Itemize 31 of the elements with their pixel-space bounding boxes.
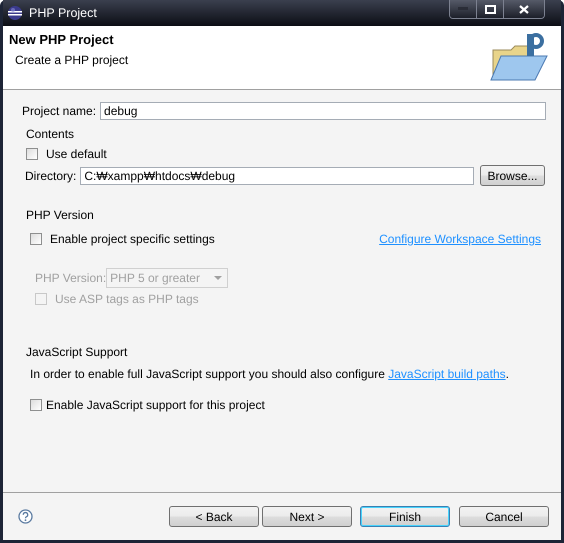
checkbox[interactable] — [30, 233, 42, 245]
page-subtitle: Create a PHP project — [15, 53, 128, 67]
checkbox-label: Enable JavaScript support for this project — [46, 398, 265, 412]
browse-button[interactable]: Browse... — [480, 165, 545, 186]
checkbox-label: Use default — [46, 147, 107, 161]
window-title: PHP Project — [29, 6, 98, 20]
checkbox[interactable] — [26, 148, 38, 160]
field-label: PHP Version: — [35, 271, 106, 285]
group-title: PHP Version — [26, 208, 95, 222]
dialog-button[interactable]: Cancel — [459, 506, 549, 527]
checkbox[interactable] — [30, 399, 42, 411]
dialog-button[interactable]: Finish — [360, 506, 450, 527]
app-icon — [7, 5, 23, 21]
checkbox-label: Use ASP tags as PHP tags — [55, 292, 199, 306]
caret-icon — [214, 276, 222, 280]
maximize-icon — [484, 4, 496, 14]
close-button[interactable] — [503, 0, 544, 18]
field-label: Project name: — [22, 104, 96, 118]
maximize-button[interactable] — [476, 0, 503, 18]
checkbox-label: Enable project specific settings — [50, 232, 215, 246]
field-label: Directory: — [25, 168, 76, 182]
close-icon — [519, 4, 529, 14]
input-field[interactable]: C:₩xampp₩htdocs₩debug — [80, 166, 474, 184]
group-title: Contents — [26, 127, 76, 141]
dialog-button[interactable]: < Back — [169, 506, 259, 527]
page-title: New PHP Project — [9, 32, 115, 47]
input-field[interactable]: debug — [100, 102, 546, 120]
group-title: JavaScript Support — [26, 345, 128, 359]
dialog-button[interactable]: Next > — [262, 506, 352, 527]
info-text: In order to enable full JavaScript support you should also configure JavaScript build paths. — [30, 367, 510, 381]
help-icon[interactable] — [18, 509, 33, 524]
